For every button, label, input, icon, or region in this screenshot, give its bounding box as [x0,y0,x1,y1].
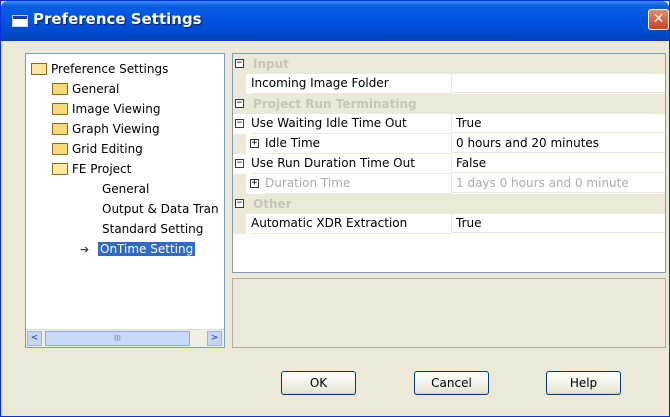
row-gutter [233,174,246,194]
folder-icon [52,143,68,155]
property-name: Use Waiting Idle Time Out [251,114,451,134]
row-gutter [233,74,246,94]
property-grid[interactable]: − Input Incoming Image Folder − Project … [232,53,666,273]
property-row[interactable]: Incoming Image Folder [233,74,665,94]
tree-item-output-data-transfer[interactable]: Output & Data Tran [102,200,219,218]
collapse-icon[interactable]: − [235,199,244,208]
property-value[interactable]: 0 hours and 20 minutes [451,134,665,153]
property-value[interactable]: True [451,214,665,233]
folder-icon [52,103,68,115]
property-row[interactable]: Automatic XDR Extraction True [233,214,665,234]
property-row[interactable]: − Use Run Duration Time Out False [233,154,665,174]
property-value[interactable]: True [451,114,665,133]
tree-item-label: Preference Settings [51,62,169,76]
tree-item-grid-editing[interactable]: Grid Editing [52,140,143,158]
tree-item-fe-project[interactable]: FE Project [52,160,131,178]
tree-item-ontime-setting[interactable]: ➔ OnTime Setting [80,240,196,258]
property-name: Idle Time [265,134,451,154]
collapse-icon[interactable]: − [235,99,244,108]
property-name: Use Run Duration Time Out [251,154,451,174]
tree-item-label: Graph Viewing [72,122,160,136]
close-button[interactable]: ✕ [648,9,669,30]
category-label: Other [253,197,292,211]
category-label: Project Run Terminating [253,97,417,111]
tree-item-label: Output & Data Tran [102,202,219,216]
open-folder-icon [52,163,68,175]
expand-icon[interactable]: + [250,179,259,188]
tree-item-label: Grid Editing [72,142,143,156]
tree-item-standard-setting[interactable]: Standard Setting [102,220,203,238]
tree-item-image-viewing[interactable]: Image Viewing [52,100,160,118]
horizontal-scrollbar[interactable]: < III > [26,329,224,347]
dialog-body: Preference Settings General Image Viewin… [5,41,667,414]
collapse-icon[interactable]: − [235,159,244,168]
property-value[interactable]: False [451,154,665,173]
category-label: Input [253,57,289,71]
title-bar[interactable]: Preference Settings ✕ [1,1,669,41]
tree-item-graph-viewing[interactable]: Graph Viewing [52,120,160,138]
help-button[interactable]: Help [546,371,621,395]
tree-item-general[interactable]: General [52,80,119,98]
scroll-left-button[interactable]: < [27,331,42,346]
property-value[interactable] [451,74,665,93]
open-folder-icon [31,63,47,75]
property-name: Incoming Image Folder [251,74,451,94]
window-icon [12,15,28,27]
settings-tree[interactable]: Preference Settings General Image Viewin… [25,53,225,348]
category-project-run-terminating[interactable]: − Project Run Terminating [233,94,665,114]
category-input[interactable]: − Input [233,54,665,74]
collapse-icon[interactable]: − [235,59,244,68]
property-name: Automatic XDR Extraction [251,214,451,234]
category-other[interactable]: − Other [233,194,665,214]
tree-item-fe-general[interactable]: General [102,180,149,198]
row-gutter [233,214,246,234]
preference-settings-dialog: Preference Settings ✕ Preference Setting… [0,0,670,417]
tree-item-root[interactable]: Preference Settings [31,60,168,78]
scroll-thumb[interactable]: III [45,331,190,346]
tree-item-label: General [72,82,120,96]
property-row[interactable]: − Use Waiting Idle Time Out True [233,114,665,134]
property-value: 1 days 0 hours and 0 minute [451,174,665,193]
tree-item-label: OnTime Setting [98,242,196,256]
ok-button[interactable]: OK [281,371,356,395]
folder-icon [52,83,68,95]
scroll-right-button[interactable]: > [207,331,222,346]
cancel-button[interactable]: Cancel [414,371,489,395]
tree-item-label: Image Viewing [72,102,161,116]
row-gutter [233,134,246,154]
tree-item-label: FE Project [72,162,132,176]
expand-icon[interactable]: + [250,139,259,148]
description-panel [232,278,666,348]
window-title: Preference Settings [33,10,202,28]
property-row[interactable]: + Duration Time 1 days 0 hours and 0 min… [233,174,665,194]
collapse-icon[interactable]: − [235,119,244,128]
folder-icon [52,123,68,135]
tree-item-label: General [102,182,150,196]
pointer-arrow-icon: ➔ [80,243,90,256]
tree-item-label: Standard Setting [102,222,204,236]
property-name: Duration Time [265,174,451,194]
property-row[interactable]: + Idle Time 0 hours and 20 minutes [233,134,665,154]
